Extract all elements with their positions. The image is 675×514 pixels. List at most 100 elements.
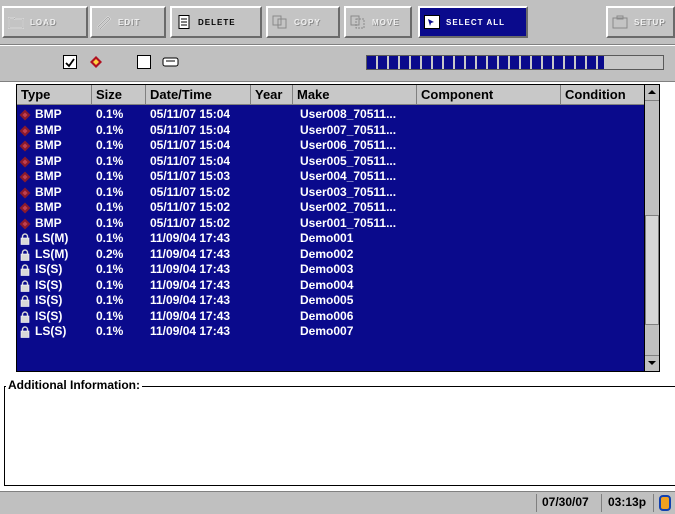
cell-datetime: 05/11/07 15:02 — [150, 200, 231, 214]
lock-icon — [20, 326, 30, 338]
cell-size: 0.1% — [96, 231, 124, 245]
vertical-scrollbar[interactable] — [644, 84, 660, 372]
edit-label: EDIT — [118, 17, 141, 27]
column-header-component[interactable]: Component — [417, 85, 561, 105]
copy-button[interactable]: COPY — [266, 6, 340, 38]
cell-size: 0.1% — [96, 215, 124, 230]
table-row[interactable]: LS(M) 0.1% 11/09/04 17:43 Demo001 — [17, 231, 651, 247]
copy-icon — [272, 15, 287, 29]
table-row[interactable]: IS(S) 0.1% 11/09/04 17:43 Demo005 — [17, 293, 651, 309]
cell-type: IS(S) — [35, 277, 63, 292]
table-row[interactable]: IS(S) 0.1% 11/09/04 17:43 Demo004 — [17, 278, 651, 294]
bmp-file-icon — [19, 156, 31, 167]
cell-make: Demo002 — [300, 246, 354, 261]
table-row[interactable]: LS(M) 0.2% 11/09/04 17:43 Demo002 — [17, 247, 651, 263]
bmp-file-icon — [19, 218, 31, 229]
scroll-down-button[interactable] — [645, 355, 659, 371]
table-row[interactable]: BMP 0.1% 05/11/07 15:04 User005_70511... — [17, 154, 651, 170]
cell-size: 0.1% — [96, 200, 124, 214]
cell-type: BMP — [35, 107, 62, 121]
cell-size: 0.1% — [96, 308, 124, 323]
cell-datetime: 05/11/07 15:04 — [150, 138, 231, 152]
bmp-file-icon — [19, 171, 31, 183]
cell-make: User007_70511... — [300, 122, 397, 137]
lock-icon — [20, 233, 30, 245]
delete-button[interactable]: DELETE — [170, 6, 262, 38]
table-row[interactable]: BMP 0.1% 05/11/07 15:04 User008_70511... — [17, 107, 651, 123]
edit-button[interactable]: EDIT — [90, 6, 166, 38]
cell-size: 0.1% — [96, 169, 124, 183]
cell-datetime: 11/09/04 17:43 — [150, 324, 231, 338]
delete-label: DELETE — [198, 17, 236, 27]
table-row[interactable]: BMP 0.1% 05/11/07 15:04 User007_70511... — [17, 123, 651, 139]
bmp-file-icon — [19, 125, 31, 136]
table-row[interactable]: BMP 0.1% 05/11/07 15:04 User006_70511... — [17, 138, 651, 154]
bmp-filter-checkbox[interactable] — [63, 55, 77, 69]
status-time: 03:13p — [608, 495, 647, 509]
cell-datetime: 11/09/04 17:43 — [150, 277, 231, 292]
column-header-type[interactable]: Type — [17, 85, 92, 105]
copy-label: COPY — [294, 17, 321, 27]
cell-type: BMP — [35, 215, 62, 230]
table-row[interactable]: BMP 0.1% 05/11/07 15:03 User004_70511... — [17, 169, 651, 185]
cell-datetime: 11/09/04 17:43 — [150, 246, 231, 261]
column-header-year[interactable]: Year — [251, 85, 293, 105]
column-header-size[interactable]: Size — [92, 85, 146, 105]
table-row[interactable]: LS(S) 0.1% 11/09/04 17:43 Demo007 — [17, 324, 651, 340]
cell-type: LS(M) — [35, 246, 69, 261]
cell-type: LS(M) — [35, 231, 69, 245]
cell-size: 0.1% — [96, 107, 124, 121]
lock-icon — [20, 279, 30, 292]
table-row[interactable]: BMP 0.1% 05/11/07 15:02 User002_70511... — [17, 200, 651, 216]
column-header-condition[interactable]: Condition — [561, 85, 651, 105]
move-button[interactable]: MOVE — [344, 6, 412, 38]
folder-icon — [8, 17, 24, 29]
cell-type: BMP — [35, 169, 62, 183]
additional-info-panel: Additional Information: — [4, 378, 675, 486]
cell-size: 0.1% — [96, 262, 124, 276]
load-button[interactable]: LOAD — [2, 6, 88, 38]
other-filter-checkbox[interactable] — [137, 55, 151, 69]
setup-button[interactable]: SETUP — [606, 6, 675, 38]
cell-size: 0.1% — [96, 184, 124, 199]
column-header-make[interactable]: Make — [293, 85, 417, 105]
table-row[interactable]: IS(S) 0.1% 11/09/04 17:43 Demo003 — [17, 262, 651, 278]
cell-datetime: 11/09/04 17:43 — [150, 293, 231, 307]
progress-bar — [366, 55, 664, 70]
cell-size: 0.1% — [96, 122, 124, 137]
column-header-datetime[interactable]: Date/Time — [146, 85, 251, 105]
scroll-thumb[interactable] — [645, 215, 659, 325]
setup-label: SETUP — [634, 17, 666, 27]
select-all-button[interactable]: SELECT ALL — [418, 6, 528, 38]
cell-make: User003_70511... — [300, 184, 397, 199]
pencil-icon — [97, 15, 112, 29]
file-table: Type Size Date/Time Year Make Component … — [16, 84, 660, 372]
toolbar: LOAD EDIT DELETE COPY MOVE SELECT ALL SE… — [0, 0, 675, 45]
bmp-file-icon — [19, 187, 31, 198]
status-indicator-icon — [659, 495, 671, 511]
cell-make: Demo003 — [300, 262, 354, 276]
scroll-up-button[interactable] — [645, 85, 659, 101]
bmp-file-icon — [90, 56, 102, 68]
cell-size: 0.1% — [96, 138, 124, 152]
additional-info-frame — [4, 386, 675, 486]
table-row[interactable]: BMP 0.1% 05/11/07 15:02 User001_70511... — [17, 216, 651, 232]
cell-type: LS(S) — [35, 324, 67, 338]
cell-datetime: 05/11/07 15:02 — [150, 184, 231, 199]
cell-type: BMP — [35, 153, 62, 168]
cell-size: 0.1% — [96, 324, 124, 338]
cell-size: 0.2% — [96, 246, 124, 261]
cell-make: User005_70511... — [300, 153, 397, 168]
lock-icon — [20, 248, 30, 261]
additional-info-legend: Additional Information: — [6, 378, 142, 392]
move-icon — [350, 15, 365, 29]
select-all-label: SELECT ALL — [446, 17, 506, 27]
cell-datetime: 11/09/04 17:43 — [150, 308, 231, 323]
table-row[interactable]: BMP 0.1% 05/11/07 15:02 User003_70511... — [17, 185, 651, 201]
cell-make: User006_70511... — [300, 138, 397, 152]
table-row[interactable]: IS(S) 0.1% 11/09/04 17:43 Demo006 — [17, 309, 651, 325]
table-header: Type Size Date/Time Year Make Component … — [17, 85, 659, 105]
cell-make: Demo005 — [300, 293, 354, 307]
cell-make: Demo004 — [300, 277, 354, 292]
cell-make: User001_70511... — [300, 215, 397, 230]
